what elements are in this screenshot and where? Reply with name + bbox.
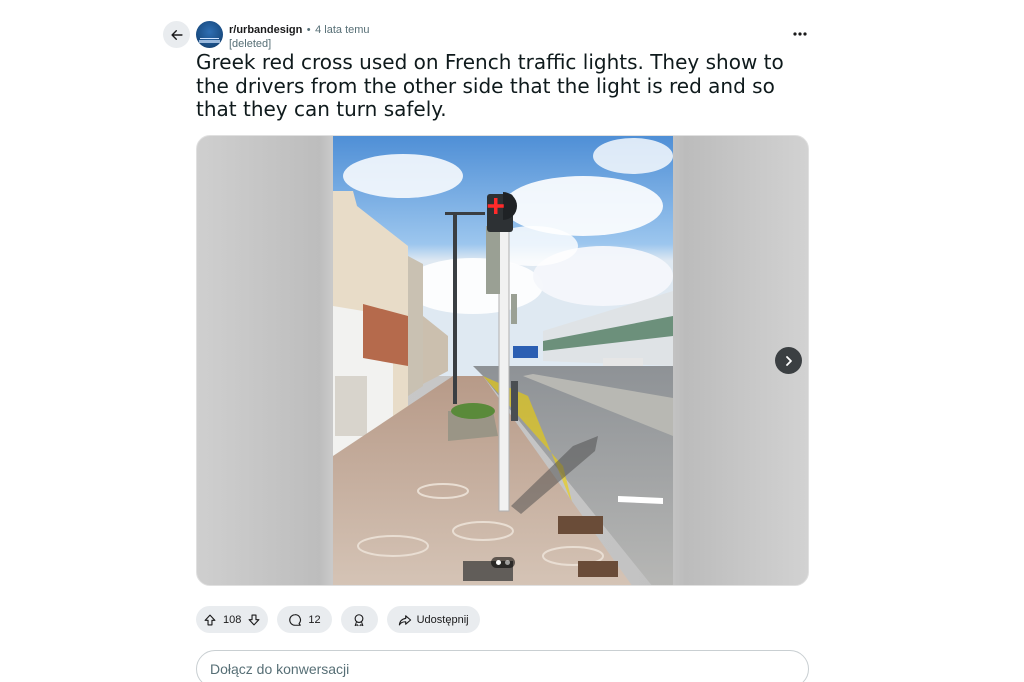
- arrow-left-icon: [170, 29, 183, 40]
- post-age: 4 lata temu: [315, 24, 370, 36]
- gallery-dot[interactable]: [505, 560, 510, 565]
- post-title: Greek red cross used on French traffic l…: [196, 50, 784, 121]
- share-button[interactable]: Udostępnij: [386, 606, 480, 633]
- avatar-band: [199, 40, 220, 43]
- comment-count: 12: [308, 613, 321, 626]
- post-actions: 108 12 Udostępnij: [196, 606, 480, 633]
- gallery-dot-active[interactable]: [496, 560, 501, 565]
- comment-input[interactable]: Dołącz do konwersacji: [196, 650, 809, 682]
- gallery-next-button[interactable]: [775, 347, 802, 374]
- chevron-right-icon: [785, 355, 792, 366]
- gallery-pagination: [491, 557, 515, 568]
- meta-separator: •: [306, 24, 311, 36]
- comments-button[interactable]: 12: [277, 606, 332, 633]
- comment-input-placeholder: Dołącz do konwersacji: [210, 661, 350, 677]
- award-button[interactable]: [340, 606, 378, 633]
- share-icon: [398, 614, 411, 625]
- post-page: r/urbandesign • 4 lata temu [deleted] Gr…: [0, 0, 1024, 682]
- vote-count: 108: [223, 613, 242, 626]
- media-gallery[interactable]: [196, 135, 809, 586]
- post-meta: r/urbandesign • 4 lata temu [deleted]: [229, 22, 370, 51]
- share-label: Udostępnij: [416, 613, 469, 626]
- speech-bubble-icon: [289, 613, 302, 626]
- subreddit-name[interactable]: r/urbandesign: [229, 24, 302, 36]
- ellipsis-icon: [793, 32, 807, 36]
- arrow-down-icon[interactable]: [247, 613, 261, 627]
- avatar-skyline: [200, 30, 219, 39]
- more-options-button[interactable]: [788, 24, 812, 44]
- subreddit-avatar[interactable]: [196, 21, 223, 48]
- post-image: [333, 136, 673, 585]
- vote-control: 108: [196, 606, 269, 633]
- award-icon: [354, 613, 364, 626]
- back-button[interactable]: [163, 21, 190, 48]
- arrow-up-icon[interactable]: [203, 613, 217, 627]
